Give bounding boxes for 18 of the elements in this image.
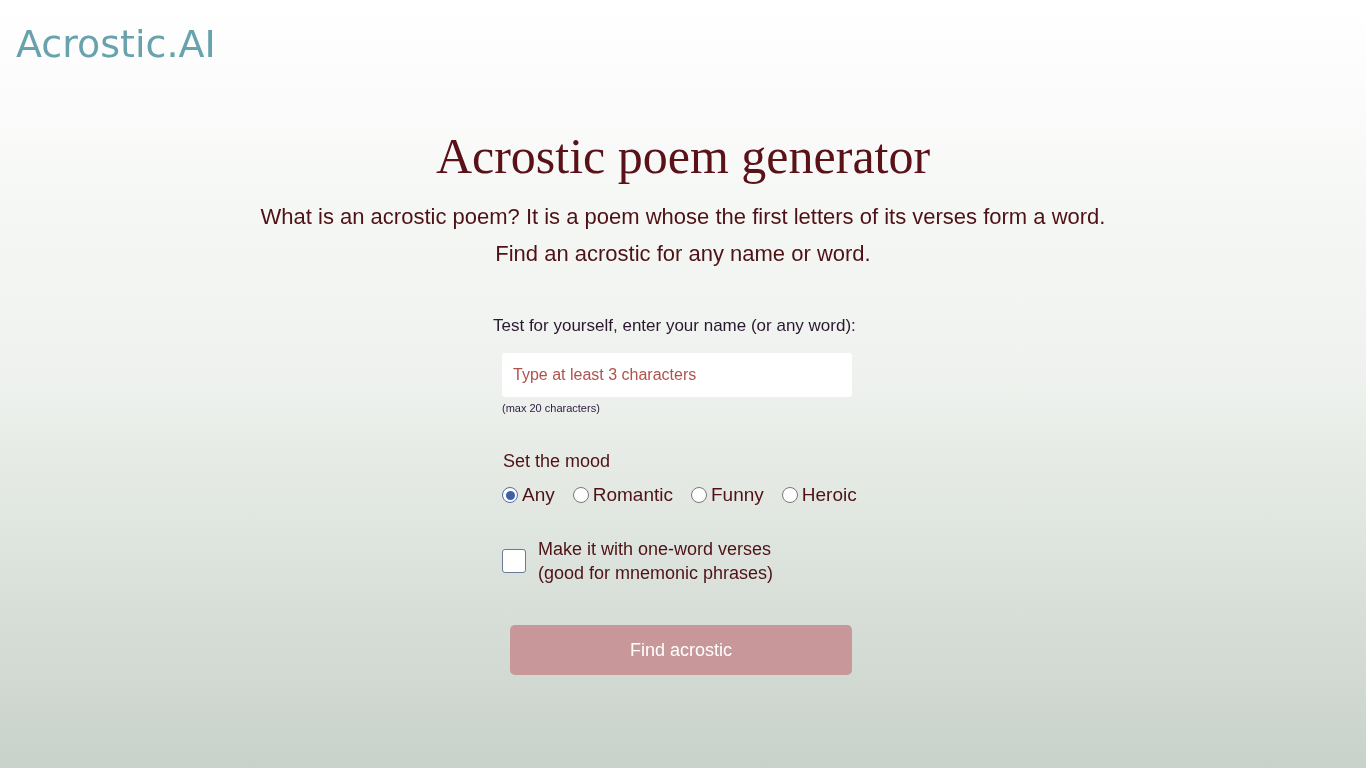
checkbox-label: (good for mnemonic phrases) [538,562,774,585]
field-label: Test for yourself, enter your name (or any word): [493,315,856,337]
mood-radio[interactable]: Heroic [781,483,857,507]
radio-icon[interactable] [781,487,798,503]
intro-text: Find an acrostic for any name or word. [495,241,871,267]
mood-radio[interactable]: Any [502,483,555,507]
mood-label: Set the mood [503,450,611,473]
hint-text: (max 20 characters) [502,401,600,415]
page-title: Acrostic poem generator [435,128,931,184]
checkbox-label: Make it with one-word verses [538,538,773,561]
radio-icon[interactable] [572,487,589,503]
mood-radio[interactable]: Romantic [572,483,673,507]
checkbox[interactable] [502,549,526,573]
name-input-field[interactable]: Type at least 3 characters [502,353,852,397]
mood-radio[interactable]: Funny [691,483,764,507]
radio-icon[interactable] [502,487,518,503]
radio-icon[interactable] [691,487,707,503]
intro-text: What is an acrostic poem? It is a poem whose the first letters of its verses form a word. [260,204,1106,230]
